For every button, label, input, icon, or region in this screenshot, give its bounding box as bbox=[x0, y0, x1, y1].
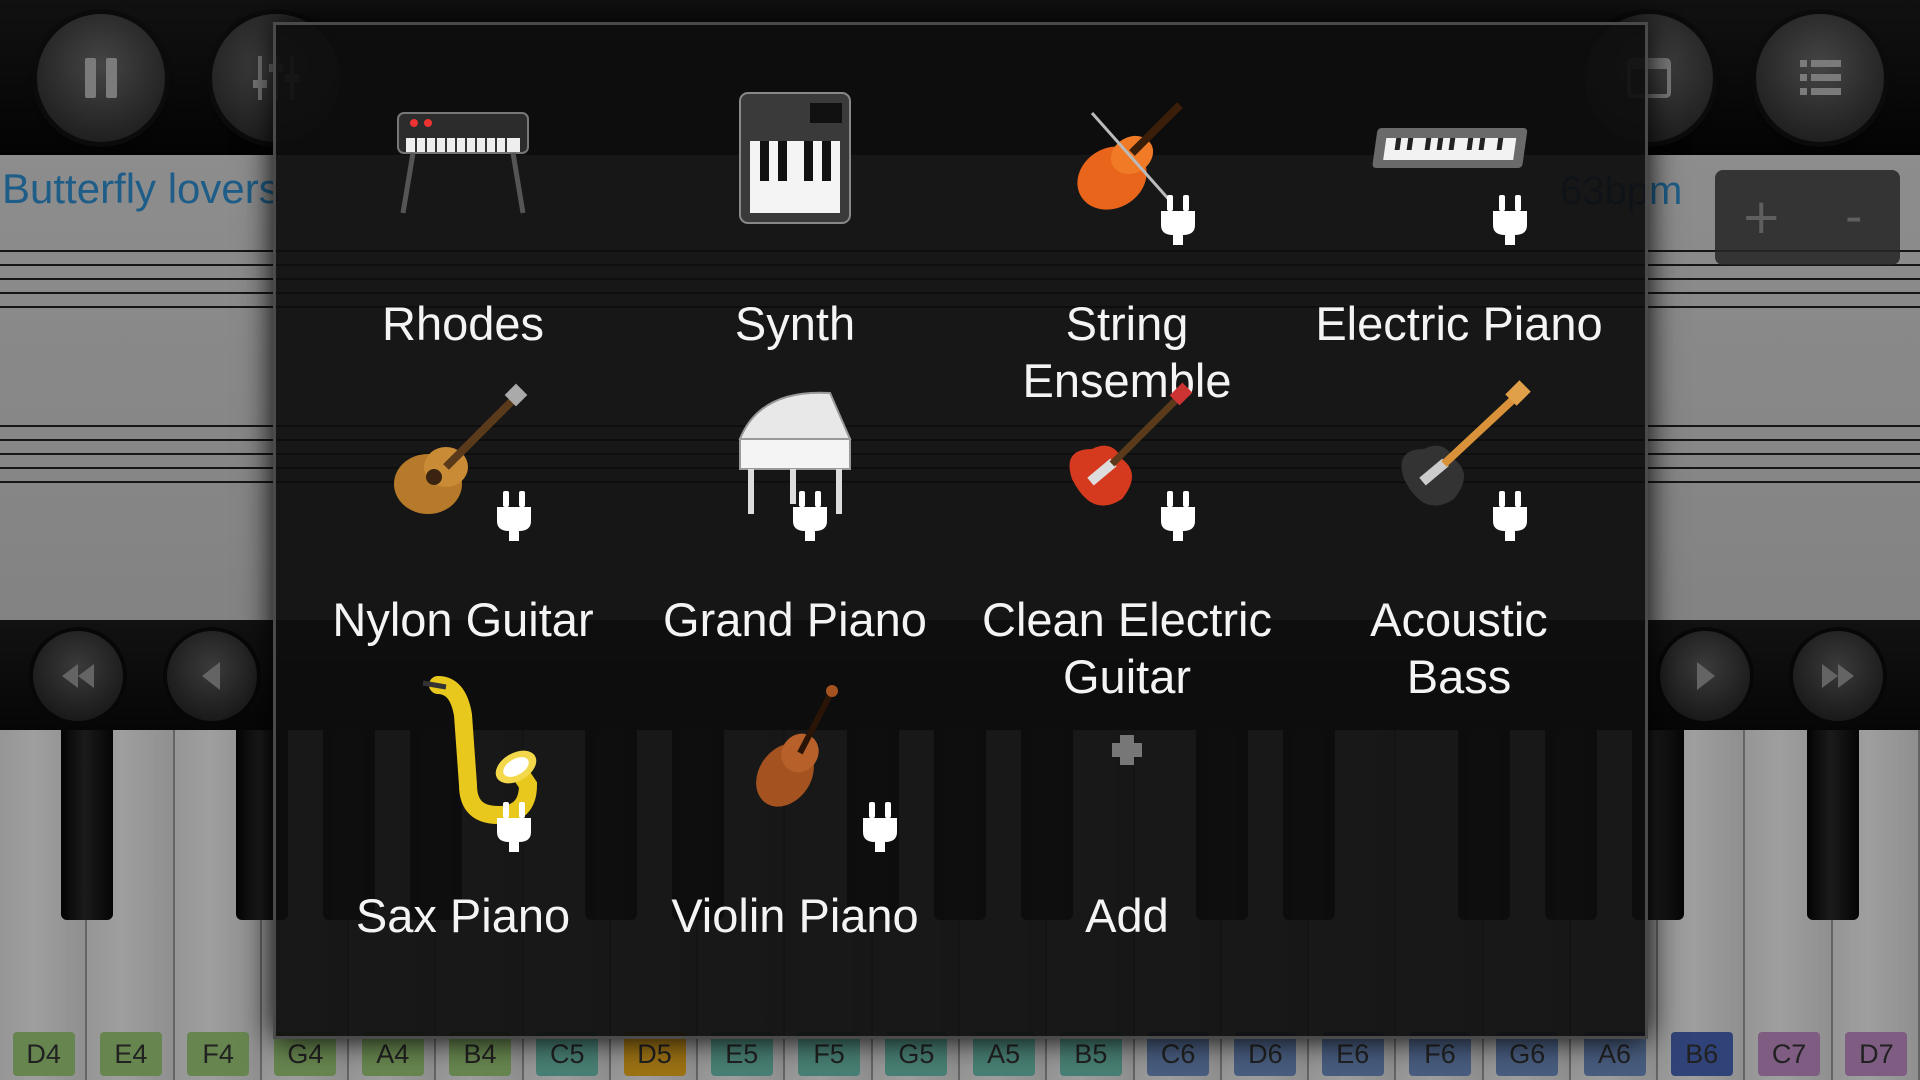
acoustic-guitar-icon bbox=[357, 369, 569, 539]
instrument-name: Synth bbox=[734, 297, 856, 350]
instrument-tile[interactable]: Grand Piano bbox=[629, 351, 961, 646]
instrument-tile[interactable]: Sax Piano bbox=[297, 647, 629, 942]
plug-icon bbox=[791, 491, 829, 541]
plug-icon bbox=[1159, 491, 1197, 541]
instrument-tile[interactable]: String Ensemble bbox=[961, 55, 1293, 407]
plug-icon bbox=[495, 491, 533, 541]
instrument-tile[interactable]: Rhodes bbox=[297, 55, 629, 350]
instrument-tile[interactable]: Violin Piano bbox=[629, 647, 961, 942]
plug-icon bbox=[1159, 195, 1197, 245]
instrument-tile[interactable]: Nylon Guitar bbox=[297, 351, 629, 646]
instrument-tile[interactable]: Clean Electric Guitar bbox=[961, 351, 1293, 703]
saxophone-icon bbox=[357, 665, 569, 835]
instrument-name: Nylon Guitar bbox=[332, 593, 594, 646]
instrument-tile[interactable]: Electric Piano bbox=[1293, 55, 1625, 350]
plug-icon bbox=[495, 802, 533, 852]
plug-icon bbox=[1491, 195, 1529, 245]
electric-piano-icon bbox=[1353, 73, 1565, 243]
rhodes-keyboard-icon bbox=[357, 73, 569, 243]
plug-icon bbox=[861, 802, 899, 852]
instrument-name: Rhodes bbox=[382, 297, 544, 350]
instrument-name: Acoustic Bass bbox=[1370, 593, 1548, 703]
instrument-name: Add bbox=[1085, 889, 1169, 942]
synth-icon bbox=[689, 73, 901, 243]
instrument-name: Sax Piano bbox=[355, 889, 571, 942]
instrument-name: Electric Piano bbox=[1315, 297, 1603, 350]
instrument-name: Grand Piano bbox=[663, 593, 927, 646]
instrument-name: Violin Piano bbox=[671, 889, 919, 942]
violin-bow-icon bbox=[1021, 73, 1233, 243]
instrument-tile[interactable]: Acoustic Bass bbox=[1293, 351, 1625, 703]
instrument-dialog: Rhodes Synth String Ensemble Electric Piano N… bbox=[273, 22, 1648, 1039]
electric-guitar-icon bbox=[1021, 369, 1233, 539]
plug-icon bbox=[1491, 491, 1529, 541]
instrument-tile[interactable]: Add bbox=[961, 647, 1293, 942]
add-icon bbox=[1021, 665, 1233, 835]
bass-guitar-icon bbox=[1353, 369, 1565, 539]
instrument-tile[interactable]: Synth bbox=[629, 55, 961, 350]
